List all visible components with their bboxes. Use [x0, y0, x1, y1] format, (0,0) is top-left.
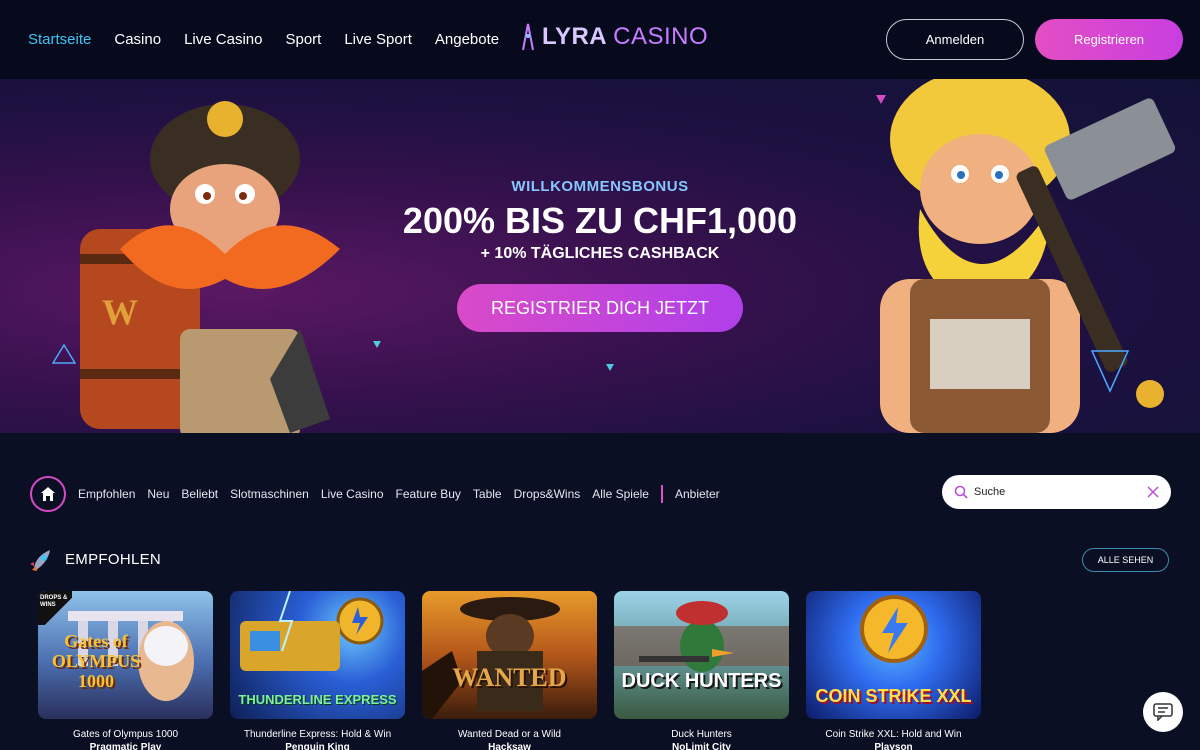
game-art-title: DUCK HUNTERS — [621, 670, 782, 692]
nav-startseite[interactable]: Startseite — [28, 31, 91, 48]
triangle-decoration — [52, 344, 76, 364]
game-art-title: COIN STRIKE XXL — [815, 686, 972, 706]
filter-divider — [660, 485, 663, 503]
triangle-decoration — [606, 364, 614, 371]
search-box — [942, 475, 1171, 509]
top-header: Startseite Casino Live Casino Sport Live… — [0, 0, 1200, 79]
login-button[interactable]: Anmelden — [886, 19, 1024, 60]
bonus-kicker: WILLKOMMENSBONUS — [511, 178, 689, 195]
section-title: EMPFOHLEN — [65, 551, 162, 568]
game-provider: Playson — [874, 742, 913, 750]
filter-alle-spiele[interactable]: Alle Spiele — [592, 487, 649, 501]
game-provider: Penguin King — [285, 742, 350, 750]
search-icon — [954, 485, 968, 499]
see-all-button[interactable]: ALLE SEHEN — [1082, 548, 1169, 572]
home-filter-button[interactable] — [30, 476, 66, 512]
game-title[interactable]: Wanted Dead or a Wild — [422, 729, 597, 740]
filter-table[interactable]: Table — [473, 487, 502, 501]
game-carousel: DROPS & WINS Gates of OLYMPUS 1000 Gates… — [38, 591, 981, 750]
game-art-title: Gates of OLYMPUS 1000 — [51, 631, 141, 691]
auth-buttons: Anmelden Registrieren — [886, 19, 1183, 60]
bonus-headline: 200% BIS ZU CHF1,000 — [402, 200, 798, 241]
triangle-decoration — [1090, 350, 1130, 393]
game-title[interactable]: Coin Strike XXL: Hold and Win — [806, 729, 981, 740]
game-thumbnail[interactable]: DROPS & WINS Gates of OLYMPUS 1000 — [38, 591, 213, 719]
nav-live-casino[interactable]: Live Casino — [184, 31, 262, 48]
lyre-logo-icon — [522, 23, 534, 51]
filter-empfohlen[interactable]: Empfohlen — [78, 487, 135, 501]
filter-feature-buy[interactable]: Feature Buy — [396, 487, 461, 501]
nav-casino[interactable]: Casino — [114, 31, 161, 48]
game-provider: NoLimit City — [672, 742, 731, 750]
game-art-title: THUNDERLINE EXPRESS — [238, 692, 397, 707]
game-provider: Pragmatic Play — [89, 742, 162, 750]
triangle-decoration — [876, 95, 886, 104]
filter-drops-wins[interactable]: Drops&Wins — [514, 487, 581, 501]
game-thumbnail[interactable]: DUCK HUNTERS — [614, 591, 789, 719]
game-card[interactable]: WANTED Wanted Dead or a Wild Hacksaw — [422, 591, 597, 750]
svg-text:W: W — [102, 292, 138, 332]
game-card[interactable]: COIN STRIKE XXL Coin Strike XXL: Hold an… — [806, 591, 981, 750]
brand-logo[interactable]: LYRA CASINO — [520, 22, 708, 52]
filter-beliebt[interactable]: Beliebt — [181, 487, 218, 501]
nav-live-sport[interactable]: Live Sport — [344, 31, 412, 48]
game-title[interactable]: Duck Hunters — [614, 729, 789, 740]
search-input[interactable] — [974, 486, 1134, 498]
nav-sport[interactable]: Sport — [285, 31, 321, 48]
rocket-icon — [30, 550, 50, 571]
game-thumbnail[interactable]: COIN STRIKE XXL — [806, 591, 981, 719]
game-thumbnail[interactable]: WANTED — [422, 591, 597, 719]
main-nav: Startseite Casino Live Casino Sport Live… — [28, 31, 499, 48]
filter-neu[interactable]: Neu — [147, 487, 169, 501]
duck-hunter-art — [614, 601, 789, 672]
game-card[interactable]: THUNDERLINE EXPRESS Thunderline Express:… — [230, 591, 405, 750]
register-now-button[interactable]: REGISTRIER DICH JETZT — [457, 284, 743, 332]
filter-live-casino[interactable]: Live Casino — [321, 487, 384, 501]
hero-banner: W WILLKOMMENSBONUS 200% BIS ZU CHF1,000 … — [0, 79, 1200, 433]
drops-wins-badge: DROPS & WINS — [38, 591, 72, 625]
register-button[interactable]: Registrieren — [1035, 19, 1183, 60]
filter-anbieter[interactable]: Anbieter — [675, 487, 720, 501]
game-title[interactable]: Gates of Olympus 1000 — [38, 729, 213, 740]
category-filter-bar: Empfohlen Neu Beliebt Slotmaschinen Live… — [30, 476, 720, 512]
chat-icon — [1153, 703, 1173, 721]
game-provider: Hacksaw — [488, 742, 531, 750]
game-card[interactable]: DROPS & WINS Gates of OLYMPUS 1000 Gates… — [38, 591, 213, 750]
game-art-title: WANTED — [452, 663, 567, 692]
triangle-decoration — [373, 341, 381, 348]
bonus-subline: + 10% TÄGLICHES CASHBACK — [480, 245, 720, 262]
logo-text-lyra: LYRA — [542, 23, 608, 50]
logo-text-casino: CASINO — [613, 23, 709, 50]
cowboy-art — [422, 597, 560, 719]
close-icon[interactable] — [1147, 486, 1159, 498]
chat-button[interactable] — [1143, 692, 1183, 732]
filter-slotmaschinen[interactable]: Slotmaschinen — [230, 487, 309, 501]
nav-angebote[interactable]: Angebote — [435, 31, 499, 48]
game-title[interactable]: Thunderline Express: Hold & Win — [230, 729, 405, 740]
home-icon — [41, 487, 55, 501]
game-card[interactable]: DUCK HUNTERS Duck Hunters NoLimit City — [614, 591, 789, 750]
game-thumbnail[interactable]: THUNDERLINE EXPRESS — [230, 591, 405, 719]
